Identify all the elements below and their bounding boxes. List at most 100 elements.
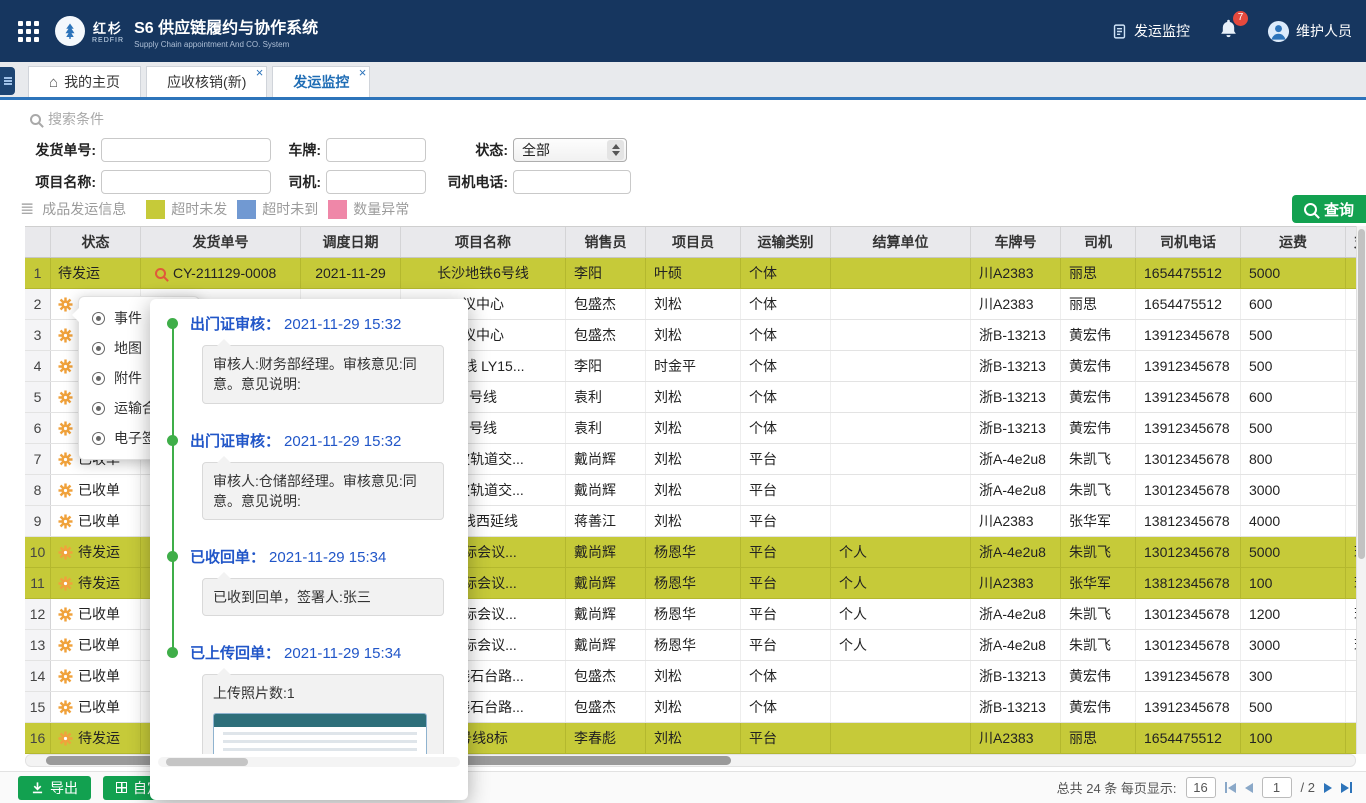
gear-icon[interactable] [58, 390, 73, 405]
table-row[interactable]: 1待发运CY-211129-00082021-11-29长沙地铁6号线李阳叶硕个… [25, 258, 1366, 289]
close-icon[interactable]: × [256, 67, 264, 79]
cell-phone: 13012345678 [1136, 537, 1241, 567]
sidebar-toggle[interactable] [0, 67, 15, 95]
tab-home[interactable]: ⌂ 我的主页 [28, 66, 141, 97]
gear-icon[interactable] [58, 638, 73, 653]
gear-icon[interactable] [58, 576, 73, 591]
cell-plate: 浙B-13213 [971, 661, 1061, 691]
column-header-fee[interactable]: 运费 [1241, 227, 1346, 257]
column-header-project[interactable]: 项目名称 [401, 227, 566, 257]
column-header-trans[interactable]: 运输类别 [741, 227, 831, 257]
shipment-no-input[interactable] [101, 138, 271, 162]
prev-page-button[interactable] [1245, 783, 1253, 793]
cell-phone: 13012345678 [1136, 475, 1241, 505]
gear-icon[interactable] [58, 421, 73, 436]
plate-input[interactable] [326, 138, 426, 162]
driver-phone-input[interactable] [513, 170, 631, 194]
gear-icon[interactable] [58, 545, 73, 560]
scrollbar-thumb[interactable] [166, 758, 248, 766]
column-header-num[interactable] [25, 227, 51, 257]
cell-pm: 刘松 [646, 692, 741, 722]
columns-icon [116, 782, 127, 793]
scrollbar-thumb[interactable] [1358, 229, 1365, 559]
cell-settle [831, 692, 971, 722]
vertical-scrollbar[interactable] [1356, 226, 1366, 754]
gear-icon[interactable] [58, 514, 73, 529]
cell-fee: 5000 [1241, 258, 1346, 288]
column-header-settle[interactable]: 结算单位 [831, 227, 971, 257]
gear-icon[interactable] [58, 452, 73, 467]
first-page-button[interactable] [1225, 782, 1236, 793]
circle-dot-icon [92, 342, 105, 355]
cell-trans: 个体 [741, 692, 831, 722]
driver-label: 司机: [279, 172, 321, 192]
tab-bar: ⌂ 我的主页 应收核销(新) × 发运监控 × [0, 62, 1366, 100]
cell-num: 3 [25, 320, 51, 350]
column-header-driver[interactable]: 司机 [1061, 227, 1136, 257]
cell-sales: 包盛杰 [566, 289, 646, 319]
query-button[interactable]: 查询 [1292, 195, 1366, 223]
next-page-button[interactable] [1324, 783, 1332, 793]
export-button[interactable]: 导出 [18, 776, 91, 800]
gear-icon[interactable] [58, 731, 73, 746]
gear-icon[interactable] [58, 700, 73, 715]
circle-dot-icon [92, 372, 105, 385]
tab-receivable-writeoff[interactable]: 应收核销(新) × [146, 66, 267, 97]
notifications-button[interactable]: 7 [1218, 18, 1239, 44]
column-header-date[interactable]: 调度日期 [301, 227, 401, 257]
cell-phone: 13912345678 [1136, 382, 1241, 412]
legend-label: 超时未到 [262, 199, 318, 219]
receipt-photo-thumbnail[interactable] [213, 713, 427, 754]
timeline-timestamp: 2021-11-29 15:34 [269, 549, 386, 566]
cell-driver: 张华军 [1061, 506, 1136, 536]
gear-icon[interactable] [58, 607, 73, 622]
column-header-ship_no[interactable]: 发货单号 [141, 227, 301, 257]
cell-status: 已收单 [51, 630, 141, 660]
brand-logo [55, 16, 85, 46]
cell-sales: 戴尚辉 [566, 444, 646, 474]
column-header-pm[interactable]: 项目员 [646, 227, 741, 257]
column-header-sales[interactable]: 销售员 [566, 227, 646, 257]
cell-num: 14 [25, 661, 51, 691]
app-launcher-icon[interactable] [18, 21, 39, 42]
gear-icon[interactable] [58, 669, 73, 684]
gear-icon[interactable] [58, 359, 73, 374]
timeline-title: 已收回单： [190, 549, 265, 566]
project-name-input[interactable] [101, 170, 271, 194]
cell-trans: 平台 [741, 568, 831, 598]
search-row-1: 发货单号: 车牌: 状态: 全部 [30, 138, 1366, 162]
column-header-phone[interactable]: 司机电话 [1136, 227, 1241, 257]
cell-status: 已收单 [51, 475, 141, 505]
cell-fee: 100 [1241, 568, 1346, 598]
shipping-monitor-link[interactable]: 发运监控 [1111, 21, 1190, 41]
cell-settle [831, 258, 971, 288]
gear-icon[interactable] [58, 483, 73, 498]
close-icon[interactable]: × [359, 67, 367, 79]
status-select[interactable]: 全部 [513, 138, 627, 162]
tree-icon [61, 22, 79, 40]
cell-plate: 浙B-13213 [971, 351, 1061, 381]
context-menu-label: 事件 [114, 308, 142, 328]
cell-sales: 李阳 [566, 351, 646, 381]
page-size-input[interactable]: 16 [1186, 777, 1216, 798]
gear-icon[interactable] [58, 297, 73, 312]
column-header-status[interactable]: 状态 [51, 227, 141, 257]
timeline-heading: 出门证审核：2021-11-29 15:32 [190, 313, 458, 334]
column-header-plate[interactable]: 车牌号 [971, 227, 1061, 257]
cell-num: 15 [25, 692, 51, 722]
tab-shipping-monitor[interactable]: 发运监控 × [272, 66, 370, 97]
last-page-button[interactable] [1341, 782, 1352, 793]
popup-scrollbar[interactable] [158, 757, 460, 767]
cell-trans: 个体 [741, 661, 831, 691]
cell-pm: 叶硕 [646, 258, 741, 288]
magnifier-icon[interactable] [155, 268, 166, 279]
driver-input[interactable] [326, 170, 426, 194]
gear-icon[interactable] [58, 328, 73, 343]
page-input[interactable]: 1 [1262, 777, 1292, 798]
cell-trans: 平台 [741, 599, 831, 629]
cell-sales: 戴尚辉 [566, 537, 646, 567]
cell-pm: 刘松 [646, 475, 741, 505]
user-menu[interactable]: 维护人员 [1267, 20, 1352, 43]
cell-trans: 平台 [741, 630, 831, 660]
legend-swatch-pink [328, 200, 347, 219]
